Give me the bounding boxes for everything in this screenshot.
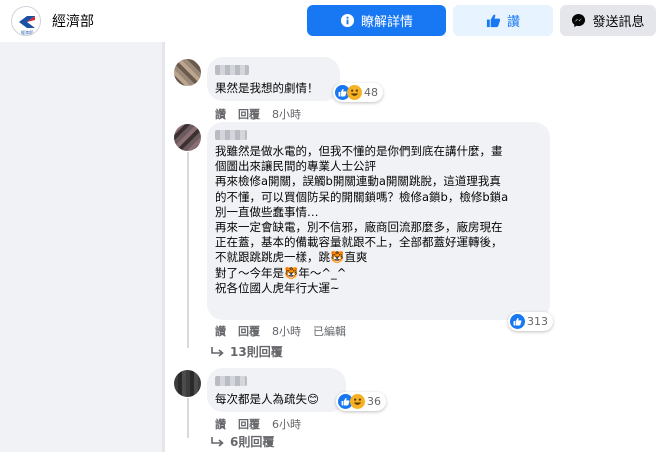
reply-link[interactable]: 回覆 bbox=[238, 416, 260, 432]
blurred-commenter-name[interactable] bbox=[215, 130, 247, 140]
replies-count: 6則回覆 bbox=[230, 435, 275, 449]
haha-reaction-icon bbox=[350, 394, 365, 409]
haha-reaction-icon bbox=[347, 85, 362, 100]
like-comment-link[interactable]: 讚 bbox=[215, 416, 226, 432]
logo-text: 經濟部 bbox=[21, 29, 33, 35]
comment-timestamp[interactable]: 8小時 bbox=[272, 106, 301, 122]
replies-count: 13則回覆 bbox=[230, 345, 283, 359]
comment-text: 果然是我想的劇情！ bbox=[215, 81, 319, 95]
reaction-summary[interactable]: 48 bbox=[333, 83, 383, 102]
reply-thread-line bbox=[187, 152, 189, 348]
page-header: 經濟部 經濟部 瞭解詳情 讚 發送訊息 bbox=[0, 0, 656, 42]
reply-arrow-icon bbox=[211, 436, 224, 447]
reply-arrow-icon bbox=[211, 346, 224, 357]
reaction-count: 36 bbox=[367, 395, 381, 408]
blurred-commenter-name[interactable] bbox=[215, 65, 249, 75]
comment-timestamp[interactable]: 6小時 bbox=[272, 416, 301, 432]
comment-text: 我雖然是做水電的，但我不懂的是你們到底在講什麼，畫 個圖出來讓民間的專業人士公評… bbox=[215, 144, 509, 295]
like-comment-link[interactable]: 讚 bbox=[215, 106, 226, 122]
thumbs-up-icon bbox=[486, 14, 501, 28]
learn-more-button[interactable]: 瞭解詳情 bbox=[307, 5, 446, 36]
comment-actions: 讚 回覆 8小時 bbox=[215, 106, 301, 122]
info-icon bbox=[340, 13, 355, 28]
reply-link[interactable]: 回覆 bbox=[238, 106, 260, 122]
send-message-label: 發送訊息 bbox=[592, 15, 645, 30]
moea-logo-icon: 經濟部 bbox=[19, 16, 35, 35]
view-replies-link[interactable]: 6則回覆 bbox=[211, 433, 274, 450]
comment-bubble: 果然是我想的劇情！ bbox=[207, 57, 340, 101]
comment-bubble: 我雖然是做水電的，但我不懂的是你們到底在講什麼，畫 個圖出來讓民間的專業人士公評… bbox=[207, 122, 550, 320]
like-page-button[interactable]: 讚 bbox=[453, 5, 553, 36]
reaction-count: 48 bbox=[364, 86, 378, 99]
like-reaction-icon bbox=[510, 314, 525, 329]
like-comment-link[interactable]: 讚 bbox=[215, 323, 226, 339]
learn-more-label: 瞭解詳情 bbox=[360, 15, 413, 30]
edited-label[interactable]: 已編輯 bbox=[313, 323, 346, 339]
like-page-label: 讚 bbox=[506, 15, 520, 30]
reaction-count: 313 bbox=[527, 315, 548, 328]
send-message-button[interactable]: 發送訊息 bbox=[560, 5, 656, 36]
comment-actions: 讚 回覆 6小時 bbox=[215, 416, 301, 432]
blurred-commenter-name[interactable] bbox=[215, 376, 247, 386]
reply-link[interactable]: 回覆 bbox=[238, 323, 260, 339]
commenter-avatar[interactable] bbox=[174, 370, 201, 397]
comment-timestamp[interactable]: 8小時 bbox=[272, 323, 301, 339]
commenter-avatar[interactable] bbox=[174, 124, 201, 151]
comment-text: 每次都是人為疏失😊 bbox=[215, 392, 319, 406]
reply-thread-line bbox=[187, 398, 189, 438]
page-name[interactable]: 經濟部 bbox=[52, 11, 94, 31]
page-logo[interactable]: 經濟部 bbox=[11, 6, 41, 36]
reaction-summary[interactable]: 313 bbox=[508, 312, 553, 331]
reaction-summary[interactable]: 36 bbox=[336, 392, 386, 411]
comment-actions: 讚 回覆 8小時 已編輯 bbox=[215, 323, 346, 339]
comment-bubble: 每次都是人為疏失😊 bbox=[207, 368, 346, 412]
commenter-avatar[interactable] bbox=[174, 59, 201, 86]
messenger-icon bbox=[572, 13, 586, 28]
view-replies-link[interactable]: 13則回覆 bbox=[211, 343, 283, 360]
